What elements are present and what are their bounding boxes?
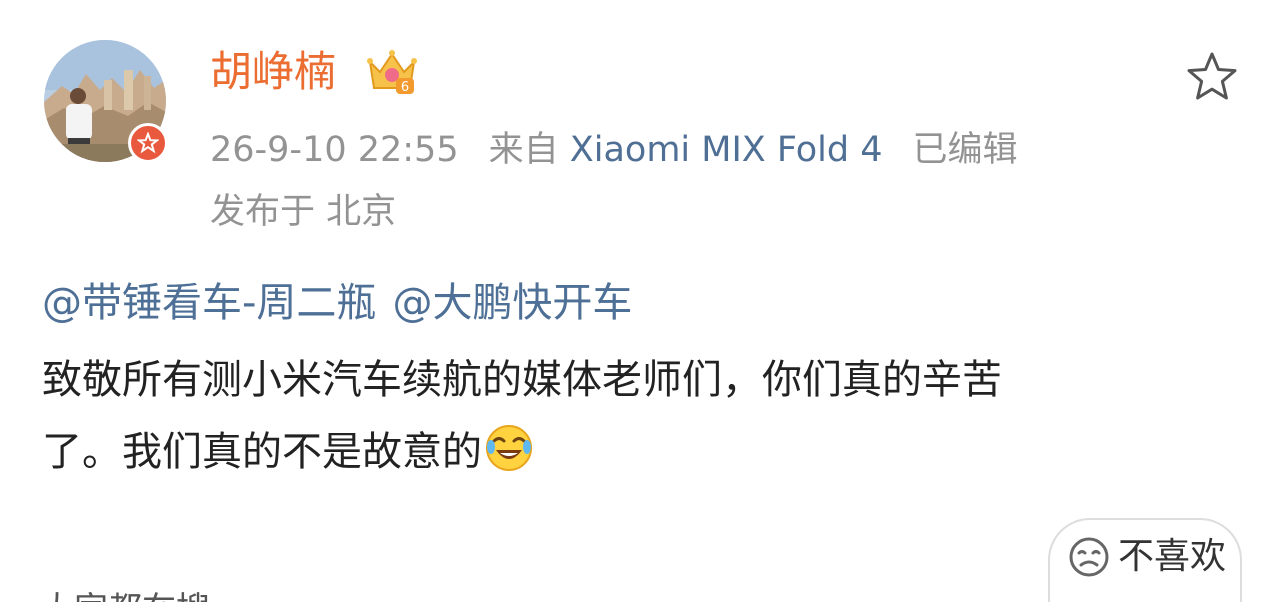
crown-icon[interactable]: 6 bbox=[366, 48, 418, 96]
weibo-post: 胡峥楠 6 26-9-10 22:55 来自 Xiaomi MIX Fold 4 已… bbox=[0, 0, 1280, 602]
post-text: 致敬所有测小米汽车续航的媒体老师们，你们真的辛苦 了。我们真的不是故意的 bbox=[42, 344, 1242, 488]
edited-label[interactable]: 已编辑 bbox=[913, 130, 1018, 170]
author-name[interactable]: 胡峥楠 bbox=[210, 44, 336, 100]
verified-badge-icon bbox=[128, 123, 168, 163]
post-text-line-2: 了。我们真的不是故意的 bbox=[42, 416, 1242, 488]
favorite-button[interactable] bbox=[1184, 50, 1240, 104]
sad-face-icon bbox=[1069, 537, 1109, 577]
avatar[interactable] bbox=[44, 40, 170, 166]
post-time: 26-9-10 22:55 bbox=[210, 130, 459, 170]
mentions-line: @带锤看车-周二瓶 @大鹏快开车 bbox=[42, 276, 632, 330]
post-text-line: 致敬所有测小米汽车续航的媒体老师们，你们真的辛苦 bbox=[42, 357, 1002, 403]
mention-link[interactable]: @带锤看车-周二瓶 bbox=[42, 280, 376, 326]
source-prefix: 来自 bbox=[488, 130, 559, 170]
post-text-line: 了。我们真的不是故意的 bbox=[42, 429, 482, 475]
trending-search-label[interactable]: 大家都在搜 bbox=[40, 588, 210, 602]
post-meta: 26-9-10 22:55 来自 Xiaomi MIX Fold 4 已编辑 bbox=[210, 126, 1018, 174]
laugh-crying-icon bbox=[484, 423, 534, 473]
star-icon[interactable] bbox=[1184, 50, 1240, 104]
svg-text:6: 6 bbox=[401, 80, 409, 95]
mention-link[interactable]: @大鹏快开车 bbox=[392, 280, 632, 326]
device-link[interactable]: Xiaomi MIX Fold 4 bbox=[570, 130, 883, 170]
post-location: 发布于 北京 bbox=[210, 192, 397, 232]
dislike-button[interactable]: 不喜欢 bbox=[1048, 518, 1242, 602]
dislike-label: 不喜欢 bbox=[1118, 536, 1227, 577]
